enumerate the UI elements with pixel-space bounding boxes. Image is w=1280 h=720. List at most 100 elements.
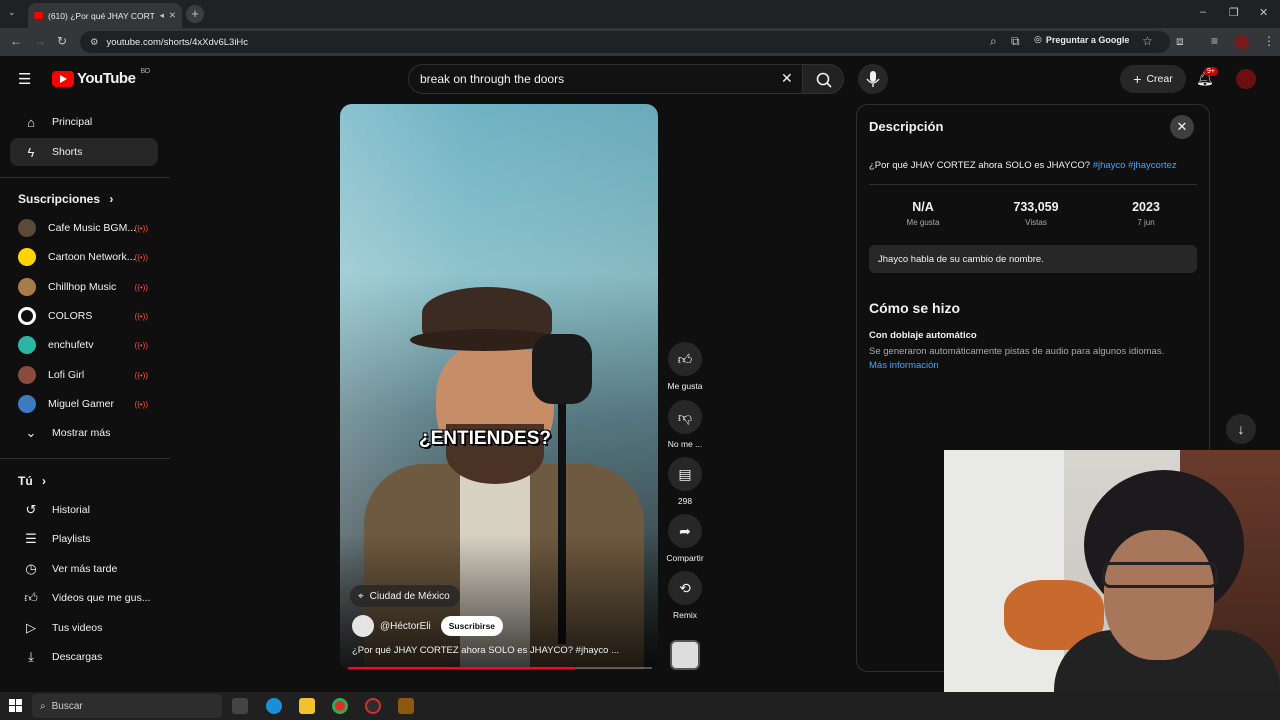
zoom-icon[interactable]: ⌕	[990, 34, 997, 49]
downloads-icon: ⤓	[28, 649, 34, 664]
browser-tab[interactable]: (610) ¿Por qué JHAY CORTEZ ◂ ✕	[28, 3, 182, 28]
stat-date: 2023 7 jun	[1101, 200, 1191, 227]
create-label: Crear	[1146, 73, 1173, 85]
shorts-icon: ϟ	[27, 144, 35, 160]
sidebar-item-show-more[interactable]: ⌄ Mostrar más	[10, 419, 158, 447]
voice-search-button[interactable]	[858, 64, 888, 94]
comments-button[interactable]: ▤ 298	[664, 457, 706, 506]
remix-button[interactable]: ⟲ Remix	[664, 571, 706, 620]
stat-value: 733,059	[1013, 200, 1059, 214]
watch-later-icon: ◷	[25, 561, 37, 576]
new-tab-button[interactable]: +	[186, 5, 204, 23]
video-title[interactable]: ¿Por qué JHAY CORTEZ ahora SOLO es JHAYC…	[352, 645, 652, 656]
taskbar-search[interactable]: ⌕ Buscar	[32, 694, 222, 718]
home-icon: ⌂	[27, 114, 35, 130]
your-videos-icon: ▷	[26, 620, 36, 635]
back-icon[interactable]: ←	[10, 34, 22, 48]
location-chip[interactable]: ⌖ Ciudad de México	[350, 585, 460, 607]
browser-menu-icon[interactable]: ⋮	[1263, 34, 1275, 48]
sidebar-item-liked-videos[interactable]: 👍︎ Videos que me gus...	[10, 584, 158, 612]
live-indicator-icon: ((•))	[134, 311, 148, 321]
url-field[interactable]: ⚙ youtube.com/shorts/4xXdv6L3iHc	[80, 31, 1170, 53]
sidebar-item-downloads[interactable]: ⤓ Descargas	[10, 643, 158, 671]
account-avatar[interactable]	[1236, 69, 1256, 89]
description-heading: Descripción	[869, 119, 944, 134]
extensions-icon[interactable]: ⧈	[1176, 34, 1184, 49]
site-info-icon[interactable]: ⚙	[90, 37, 99, 48]
close-description-button[interactable]: ✕	[1170, 115, 1194, 139]
sidebar-item-label: Cafe Music BGM...	[48, 222, 137, 234]
search-button[interactable]	[802, 64, 844, 94]
tab-list-icon[interactable]: ⌄	[8, 7, 16, 18]
subscriptions-heading[interactable]: Suscripciones ›	[18, 192, 113, 206]
next-short-button[interactable]: ↓	[1226, 414, 1256, 444]
sidebar-item-subscription[interactable]: Cartoon Network... ((•))	[10, 243, 158, 271]
file-explorer-icon[interactable]	[299, 698, 315, 714]
sidebar-item-shorts[interactable]: ϟ Shorts	[10, 138, 158, 166]
minimize-icon[interactable]: –	[1200, 6, 1206, 18]
reading-list-icon[interactable]: ≡	[1211, 34, 1218, 48]
sidebar-item-label: COLORS	[48, 310, 93, 322]
you-heading[interactable]: Tú ›	[18, 474, 46, 488]
location-pin-icon: ⌖	[358, 590, 364, 602]
sidebar-item-historial[interactable]: ↺ Historial	[10, 496, 158, 524]
create-button[interactable]: + Crear	[1120, 65, 1186, 93]
plus-icon: +	[1133, 71, 1142, 87]
search-input[interactable]: break on through the doors	[408, 64, 806, 94]
sidebar-item-subscription[interactable]: enchufetv ((•))	[10, 331, 158, 359]
ask-google-button[interactable]: ◎ Preguntar a Google	[1034, 34, 1129, 45]
sidebar-item-label: Descargas	[52, 651, 103, 663]
sidebar-item-subscription[interactable]: Cafe Music BGM... ((•))	[10, 214, 158, 242]
sidebar-item-label: Mostrar más	[52, 427, 111, 439]
sidebar-item-subscription[interactable]: Miguel Gamer ((•))	[10, 390, 158, 418]
hashtags[interactable]: #jhayco #jhaycortez	[1093, 160, 1177, 171]
remix-icon: ⟲	[668, 571, 702, 605]
channel-avatar	[18, 336, 36, 354]
video-microphone	[532, 334, 592, 404]
sidebar-item-watch-later[interactable]: ◷ Ver más tarde	[10, 555, 158, 583]
clear-search-icon[interactable]: ✕	[781, 70, 793, 87]
install-app-icon[interactable]: ⧉	[1011, 34, 1020, 49]
sidebar-item-your-videos[interactable]: ▷ Tus videos	[10, 614, 158, 642]
video-progress-bar[interactable]	[348, 667, 652, 669]
channel-avatar[interactable]	[352, 615, 374, 637]
sidebar-item-playlists[interactable]: ☰ Playlists	[10, 525, 158, 553]
audio-icon[interactable]: ◂	[160, 10, 164, 21]
channel-name[interactable]: @HéctorEli	[380, 621, 431, 632]
edge-icon[interactable]	[266, 698, 282, 714]
divider	[0, 177, 170, 178]
app-icon[interactable]	[365, 698, 381, 714]
subscribe-button[interactable]: Suscribirse	[440, 616, 504, 636]
youtube-logo[interactable]: YouTube BO	[52, 68, 150, 87]
bookmark-star-icon[interactable]: ☆	[1142, 34, 1153, 48]
forward-icon[interactable]: →	[34, 34, 46, 48]
dislike-button[interactable]: 👎︎ No me ...	[664, 400, 706, 449]
sidebar: ⌂ Principal ϟ Shorts Suscripciones › Caf…	[0, 104, 170, 690]
maximize-icon[interactable]: ❐	[1229, 6, 1239, 19]
tab-title: (610) ¿Por qué JHAY CORTEZ	[48, 10, 155, 21]
more-info-link[interactable]: Más información	[869, 359, 1199, 373]
sound-thumbnail[interactable]	[670, 640, 700, 670]
live-indicator-icon: ((•))	[134, 340, 148, 350]
search-value: break on through the doors	[420, 72, 565, 86]
comment-icon: ▤	[668, 457, 702, 491]
windows-start-icon[interactable]	[9, 699, 22, 712]
chrome-icon[interactable]	[332, 698, 348, 714]
sidebar-item-subscription[interactable]: Chillhop Music ((•))	[10, 273, 158, 301]
app-icon[interactable]	[398, 698, 414, 714]
window-close-icon[interactable]: ✕	[1259, 6, 1268, 19]
task-view-icon[interactable]	[232, 698, 248, 714]
close-icon: ✕	[1176, 119, 1188, 134]
profile-avatar[interactable]	[1235, 35, 1249, 49]
tab-close-icon[interactable]: ✕	[169, 10, 176, 21]
divider	[869, 184, 1197, 185]
playlists-icon: ☰	[25, 531, 37, 546]
reload-icon[interactable]: ↻	[57, 34, 67, 48]
sidebar-item-subscription[interactable]: COLORS ((•))	[10, 302, 158, 330]
like-button[interactable]: 👍︎ Me gusta	[664, 342, 706, 391]
sidebar-item-principal[interactable]: ⌂ Principal	[10, 108, 158, 136]
share-button[interactable]: ➦ Compartir	[664, 514, 706, 563]
sidebar-item-subscription[interactable]: Lofi Girl ((•))	[10, 361, 158, 389]
hamburger-menu-icon[interactable]: ☰	[18, 70, 31, 88]
share-icon: ➦	[668, 514, 702, 548]
